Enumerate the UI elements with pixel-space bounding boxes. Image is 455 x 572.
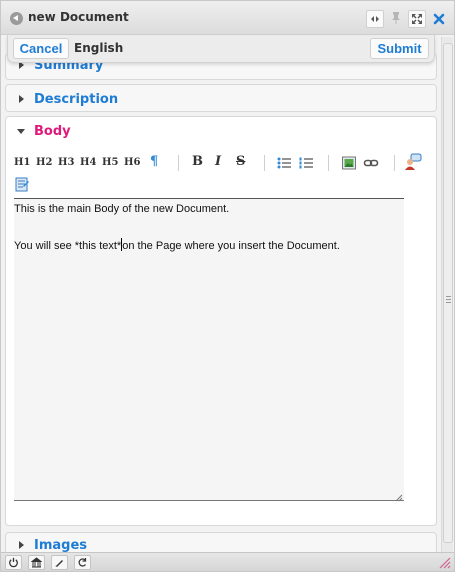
heading-1-button[interactable]: H1 <box>14 155 30 171</box>
back-circle-icon[interactable] <box>10 12 23 25</box>
toolbar-separator <box>328 155 329 171</box>
section-body-header[interactable]: Body <box>6 117 436 145</box>
section-images-label: Images <box>34 538 88 553</box>
section-body: Body H1 H2 H3 H4 H5 H6 ¶ B I S This is t… <box>5 116 437 526</box>
section-images[interactable]: Images <box>5 532 437 553</box>
section-description-label: Description <box>34 92 119 107</box>
heading-6-button[interactable]: H6 <box>124 155 140 171</box>
section-body-label: Body <box>34 124 71 139</box>
window-resize-icon[interactable] <box>438 556 451 569</box>
refresh-icon[interactable] <box>74 555 91 570</box>
scrollbar-grip-icon <box>446 296 451 303</box>
toolbar-separator <box>394 155 395 171</box>
body-editor[interactable]: This is the main Body of the new Documen… <box>14 198 404 502</box>
ordered-list-icon[interactable] <box>298 155 314 171</box>
heading-5-button[interactable]: H5 <box>102 155 118 171</box>
paragraph-button[interactable]: ¶ <box>150 154 158 170</box>
strikethrough-button[interactable]: S <box>236 154 245 170</box>
toolbar-separator <box>264 155 265 171</box>
titlebar: new Document <box>1 1 454 35</box>
cancel-button[interactable]: Cancel <box>13 38 69 59</box>
link-icon[interactable] <box>363 155 379 171</box>
toolbar-separator <box>178 155 179 171</box>
submit-button[interactable]: Submit <box>370 38 429 59</box>
editor-resize-grip[interactable] <box>395 491 403 502</box>
editor-line-2-end: on the Page where you insert the Documen… <box>122 240 340 252</box>
user-comment-icon[interactable] <box>404 153 422 171</box>
editor-line-1: This is the main Body of the new Documen… <box>14 203 230 215</box>
section-description[interactable]: Description <box>5 84 437 112</box>
action-bar: Cancel English Submit <box>7 35 435 63</box>
document-editor-window: new Document Cancel English Submit Summa… <box>0 0 455 572</box>
building-icon[interactable] <box>28 555 45 570</box>
collapse-icon[interactable] <box>366 10 384 28</box>
editor-line-2: You will see *this text*on the Page wher… <box>14 238 340 252</box>
collapse-arrow-icon <box>17 129 25 134</box>
language-label: English <box>74 41 124 55</box>
expand-arrow-icon <box>19 95 24 103</box>
maximize-icon[interactable] <box>408 10 426 28</box>
heading-2-button[interactable]: H2 <box>36 155 52 171</box>
unordered-list-icon[interactable] <box>276 155 292 171</box>
close-icon[interactable] <box>431 10 447 28</box>
italic-button[interactable]: I <box>215 154 221 170</box>
edit-icon[interactable] <box>51 555 68 570</box>
power-icon[interactable] <box>5 555 22 570</box>
window-title: new Document <box>28 10 129 24</box>
heading-3-button[interactable]: H3 <box>58 155 74 171</box>
document-icon[interactable] <box>14 176 30 192</box>
vertical-scrollbar[interactable] <box>441 37 453 552</box>
expand-arrow-icon <box>19 541 24 549</box>
image-icon[interactable] <box>341 155 357 171</box>
pin-icon[interactable] <box>389 11 403 27</box>
scrollbar-thumb[interactable] <box>443 43 453 543</box>
heading-4-button[interactable]: H4 <box>80 155 96 171</box>
bold-button[interactable]: B <box>192 154 203 170</box>
status-bar <box>1 552 454 571</box>
editor-line-2-start: You will see *this text* <box>14 240 122 252</box>
